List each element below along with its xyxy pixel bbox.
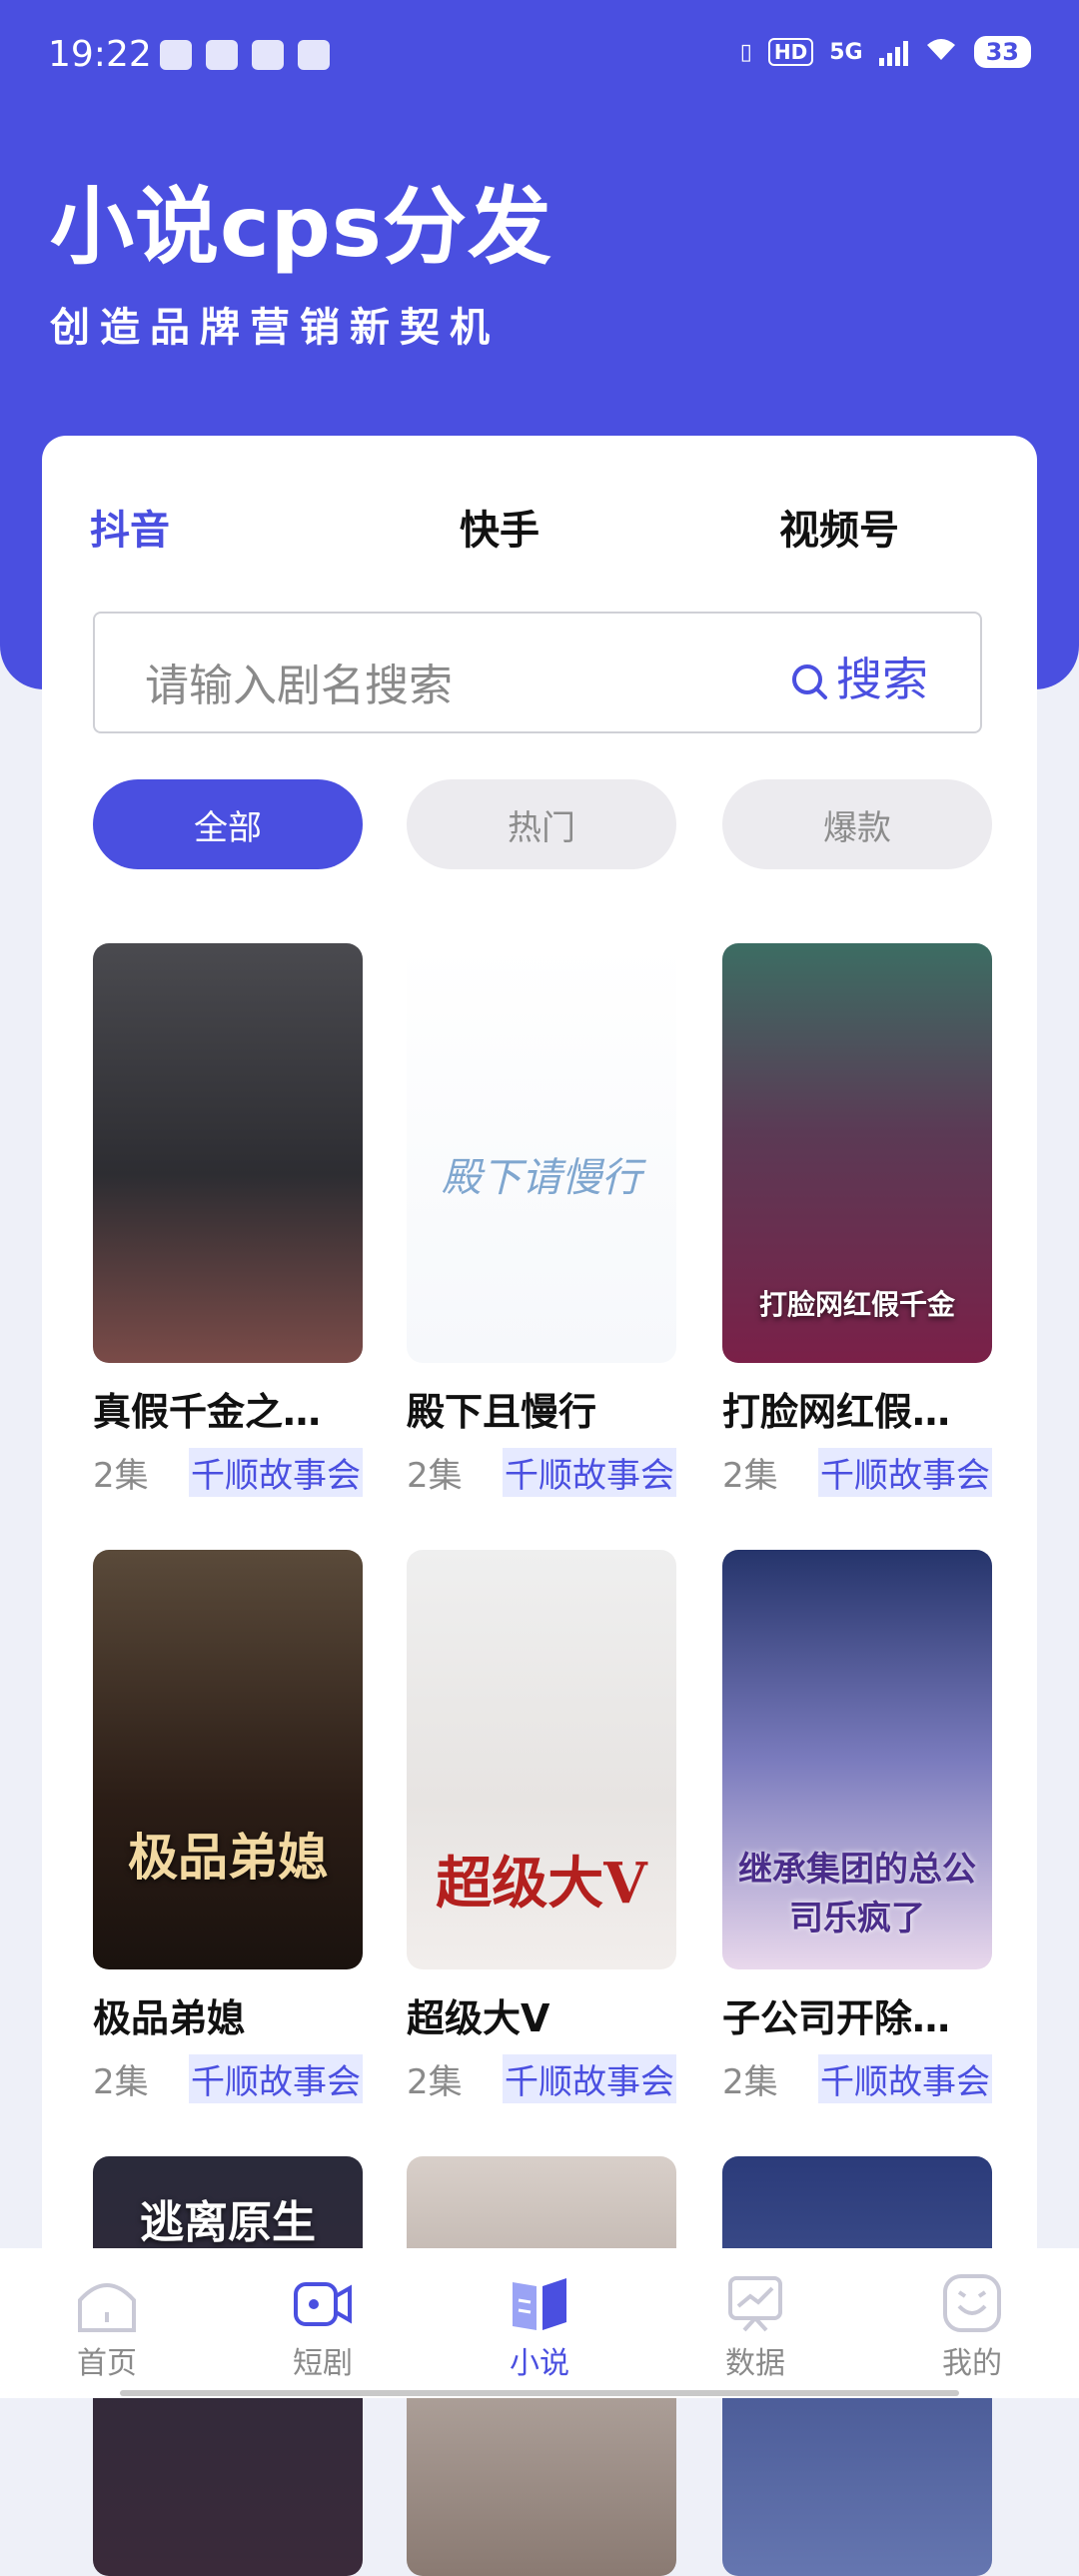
search-input[interactable]: 请输入剧名搜索 bbox=[145, 649, 453, 713]
book-cover[interactable]: 继承集团的总公司乐疯了 bbox=[722, 1550, 992, 1969]
page-subtitle: 创造品牌营销新契机 bbox=[50, 305, 500, 351]
app-icon bbox=[298, 40, 330, 70]
filter-all[interactable]: 全部 bbox=[93, 779, 363, 869]
book-card[interactable]: 继承集团的总公司乐疯了 子公司开除… 2集 千顺故事会 bbox=[722, 1550, 992, 2103]
home-icon bbox=[74, 2272, 140, 2334]
nav-novel[interactable]: 小说 bbox=[480, 2272, 599, 2382]
publisher-tag: 千顺故事会 bbox=[189, 2054, 363, 2103]
book-title: 真假千金之… bbox=[93, 1390, 322, 1434]
network-label: 5G bbox=[829, 39, 863, 65]
book-title: 子公司开除… bbox=[722, 1996, 951, 2040]
publisher-tag: 千顺故事会 bbox=[503, 1448, 676, 1497]
nav-shortdrama[interactable]: 短剧 bbox=[263, 2272, 383, 2382]
book-cover[interactable]: 殿下请慢行 bbox=[407, 943, 676, 1363]
status-time: 19:22 bbox=[48, 34, 152, 75]
filter-viral[interactable]: 爆款 bbox=[722, 779, 992, 869]
book-title: 超级大V bbox=[407, 1996, 550, 2040]
wifi-icon bbox=[924, 36, 958, 68]
tab-kuaishou[interactable]: 快手 bbox=[460, 498, 540, 556]
cover-text: 殿下请慢行 bbox=[442, 1155, 641, 1201]
nav-home-label: 首页 bbox=[77, 2346, 137, 2381]
battery-indicator: 33 bbox=[973, 36, 1031, 68]
page-title: 小说cps分发 bbox=[50, 178, 552, 276]
notification-icons bbox=[160, 40, 330, 70]
signal-icon bbox=[878, 38, 908, 66]
episode-count: 2集 bbox=[407, 2062, 463, 2102]
cover-text: 超级大V bbox=[436, 1851, 647, 1917]
cover-text: 极品弟媳 bbox=[128, 1828, 328, 1887]
search-box[interactable]: 请输入剧名搜索 搜索 bbox=[93, 612, 982, 733]
book-icon bbox=[507, 2272, 572, 2334]
book-cover[interactable]: 超级大V bbox=[407, 1550, 676, 1969]
video-camera-icon bbox=[290, 2272, 356, 2334]
news-icon bbox=[252, 40, 284, 70]
tab-douyin[interactable]: 抖音 bbox=[90, 498, 170, 556]
episode-count: 2集 bbox=[93, 2062, 149, 2102]
book-cover[interactable]: 极品弟媳 bbox=[93, 1550, 363, 1969]
episode-count: 2集 bbox=[722, 2062, 778, 2102]
nav-mine-label: 我的 bbox=[942, 2346, 1002, 2381]
episode-count: 2集 bbox=[407, 1456, 463, 1496]
nav-mine[interactable]: 我的 bbox=[912, 2272, 1032, 2382]
nav-data-label: 数据 bbox=[725, 2346, 785, 2381]
publisher-tag: 千顺故事会 bbox=[189, 1448, 363, 1497]
episode-count: 2集 bbox=[93, 1456, 149, 1496]
cover-text: 继承集团的总公司乐疯了 bbox=[738, 1850, 976, 1938]
nav-shortdrama-label: 短剧 bbox=[293, 2346, 353, 2381]
search-button-label: 搜索 bbox=[836, 652, 928, 706]
content-card: 抖音 快手 视频号 请输入剧名搜索 搜索 全部 热门 爆款 真假千金之… 2集千… bbox=[42, 436, 1037, 2576]
book-cover[interactable]: 打脸网红假千金 bbox=[722, 943, 992, 1363]
hd-badge: HD bbox=[767, 38, 814, 66]
cover-text: 逃离原生 bbox=[140, 2197, 316, 2248]
chart-icon bbox=[722, 2272, 788, 2334]
nav-home[interactable]: 首页 bbox=[47, 2272, 167, 2382]
book-card[interactable]: 殿下请慢行 殿下且慢行 2集 千顺故事会 bbox=[407, 943, 676, 1497]
search-icon bbox=[790, 657, 828, 699]
publisher-tag: 千顺故事会 bbox=[503, 2054, 676, 2103]
nav-novel-label: 小说 bbox=[510, 2346, 569, 2381]
episode-count: 2集 bbox=[722, 1456, 778, 1496]
book-title: 殿下且慢行 bbox=[407, 1390, 597, 1434]
book-card[interactable]: 极品弟媳 极品弟媳 2集 千顺故事会 bbox=[93, 1550, 363, 2103]
book-card[interactable]: 真假千金之… 2集 千顺故事会 bbox=[93, 943, 363, 1497]
status-bar: 19:22 ▯ HD 5G 33 bbox=[0, 0, 1079, 120]
wechat-icon bbox=[160, 40, 192, 70]
search-button[interactable]: 搜索 bbox=[790, 644, 928, 709]
taobao-icon bbox=[206, 40, 238, 70]
book-card[interactable]: 打脸网红假千金 打脸网红假… 2集 千顺故事会 bbox=[722, 943, 992, 1497]
cover-text: 打脸网红假千金 bbox=[758, 1288, 955, 1321]
platform-tabs: 抖音 快手 视频号 bbox=[42, 498, 1037, 558]
book-title: 打脸网红假… bbox=[722, 1390, 951, 1434]
book-cover[interactable] bbox=[93, 943, 363, 1363]
book-card[interactable]: 超级大V 超级大V 2集 千顺故事会 bbox=[407, 1550, 676, 2103]
home-indicator[interactable] bbox=[120, 2390, 959, 2396]
nav-data[interactable]: 数据 bbox=[695, 2272, 815, 2382]
tab-shipinhao[interactable]: 视频号 bbox=[779, 498, 899, 556]
status-right: ▯ HD 5G 33 bbox=[740, 36, 1031, 68]
publisher-tag: 千顺故事会 bbox=[818, 1448, 992, 1497]
publisher-tag: 千顺故事会 bbox=[818, 2054, 992, 2103]
vibrate-icon: ▯ bbox=[739, 39, 752, 65]
book-title: 极品弟媳 bbox=[93, 1996, 246, 2040]
smile-face-icon bbox=[939, 2272, 1005, 2334]
filter-chips: 全部 热门 爆款 bbox=[93, 779, 992, 869]
bottom-navigation: 首页 短剧 小说 数据 我的 bbox=[0, 2248, 1079, 2398]
filter-hot[interactable]: 热门 bbox=[407, 779, 676, 869]
